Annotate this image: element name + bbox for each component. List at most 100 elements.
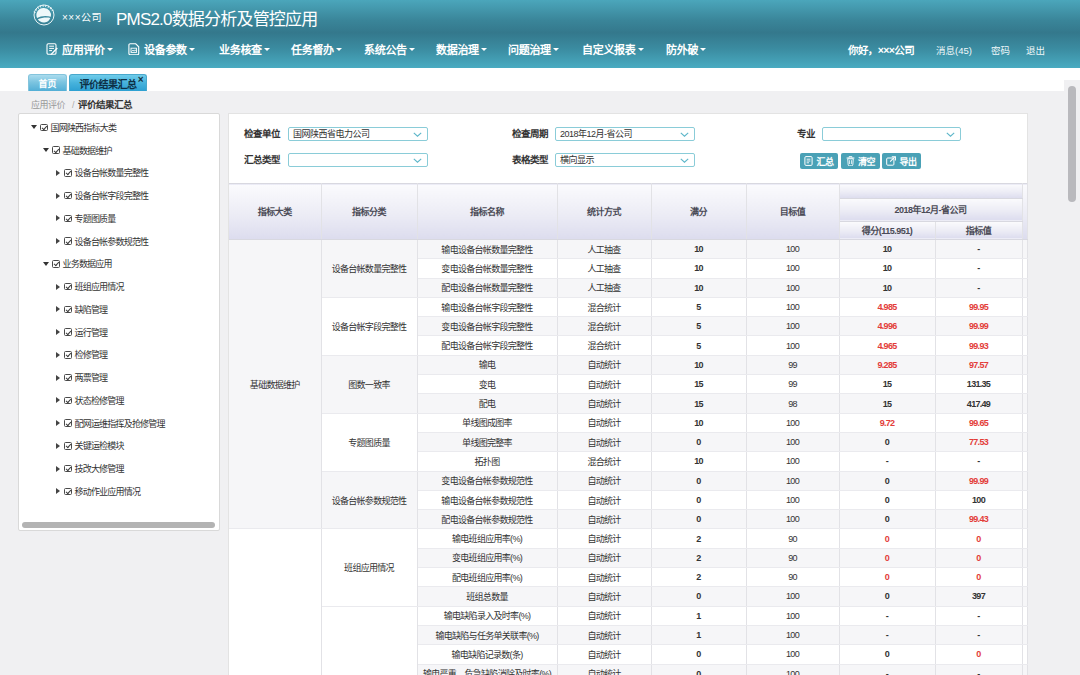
tree-item[interactable]: 设备台帐数量完整性 <box>19 162 219 185</box>
nav-item-9[interactable]: 防外破 <box>666 40 706 58</box>
value-header[interactable]: 指标值 <box>935 221 1022 240</box>
table-row[interactable]: 班组应用情况输电班组应用率(%)自动统计29000 <box>229 529 1027 548</box>
tree-item-label[interactable]: 配网运维指挥及抢修管理 <box>75 417 165 430</box>
checkbox-checked-icon[interactable] <box>64 442 72 450</box>
checkbox-checked-icon[interactable] <box>64 419 72 427</box>
summarize-button[interactable]: 汇总 <box>800 153 838 169</box>
dropdown-specialty[interactable] <box>822 127 961 141</box>
password-link[interactable]: 密码 <box>991 43 1010 57</box>
tree-collapse-icon[interactable] <box>56 238 60 244</box>
tree-item-label[interactable]: 国网陕西指标大类 <box>51 121 117 134</box>
tree-item-label[interactable]: 技改大修管理 <box>75 462 124 475</box>
checkbox-checked-icon[interactable] <box>64 488 72 496</box>
logout-link[interactable]: 退出 <box>1026 43 1045 57</box>
tree-horizontal-scrollbar[interactable] <box>22 522 215 528</box>
checkbox-checked-icon[interactable] <box>64 283 72 291</box>
tree-collapse-icon[interactable] <box>56 466 60 472</box>
dropdown-check-unit[interactable]: 国网陕西省电力公司 <box>288 127 428 141</box>
tree-item-label[interactable]: 移动作业应用情况 <box>75 485 141 498</box>
checkbox-checked-icon[interactable] <box>64 192 72 200</box>
checkbox-checked-icon[interactable] <box>64 237 72 245</box>
tree-item[interactable]: 基础数据维护 <box>19 139 219 162</box>
messages-link[interactable]: 消息(45) <box>936 43 972 57</box>
table-row[interactable]: 基础数据维护设备台帐数量完整性输电设备台帐数量完整性人工抽查1010010- <box>229 240 1027 259</box>
tree-item-label[interactable]: 关键运检模块 <box>75 439 124 452</box>
nav-item-6[interactable]: 数据治理 <box>436 40 487 58</box>
score-header[interactable]: 得分(115.951) <box>839 221 935 240</box>
tree-item-label[interactable]: 检修管理 <box>75 348 108 361</box>
table-row[interactable]: 设备台帐参数规范性变电设备台帐参数规范性自动统计0100099.99 <box>229 471 1027 490</box>
tree-item[interactable]: 技改大修管理 <box>19 457 219 480</box>
table-row[interactable]: 图数一致率输电自动统计10999.28597.57 <box>229 355 1027 374</box>
tree-item[interactable]: 配网运维指挥及抢修管理 <box>19 412 219 435</box>
tree-item-label[interactable]: 两票管理 <box>75 371 108 384</box>
nav-item-4[interactable]: 任务督办 <box>291 40 342 58</box>
period-group-header[interactable]: 2018年12月-省公司 <box>839 198 1022 221</box>
breadcrumb-parent[interactable]: 应用评价 <box>31 100 65 110</box>
nav-item-5[interactable]: 系统公告 <box>364 40 415 58</box>
vertical-scrollbar-thumb[interactable] <box>1068 86 1076 202</box>
tree-item-label[interactable]: 基础数据维护 <box>63 144 112 157</box>
checkbox-checked-icon[interactable] <box>64 306 72 314</box>
col-header[interactable]: 指标大类 <box>229 184 321 240</box>
tree-item-label[interactable]: 业务数据应用 <box>63 257 112 270</box>
clear-button[interactable]: 清空 <box>841 153 880 169</box>
dropdown-summary-type[interactable] <box>288 153 428 167</box>
nav-item-7[interactable]: 问题治理 <box>508 40 559 58</box>
checkbox-checked-icon[interactable] <box>64 215 72 223</box>
table-row[interactable]: 设备台帐字段完整性输电设备台帐字段完整性混合统计51004.98599.95 <box>229 297 1027 316</box>
tree-item-label[interactable]: 设备台帐数量完整性 <box>75 166 149 179</box>
nav-item-8[interactable]: 自定义报表 <box>582 40 644 58</box>
tree-item-label[interactable]: 设备台帐字段完整性 <box>75 189 149 202</box>
checkbox-checked-icon[interactable] <box>40 124 48 132</box>
tree-collapse-icon[interactable] <box>56 170 60 176</box>
checkbox-checked-icon[interactable] <box>52 260 60 268</box>
checkbox-checked-icon[interactable] <box>64 351 72 359</box>
tree-item-label[interactable]: 设备台帐参数规范性 <box>75 235 149 248</box>
tree-item[interactable]: 关键运检模块 <box>19 435 219 458</box>
tab-eval-summary[interactable]: 评价结果汇总 × <box>69 74 147 91</box>
tree-expand-icon[interactable] <box>43 262 49 266</box>
tree-collapse-icon[interactable] <box>56 443 60 449</box>
tab-close-icon[interactable]: × <box>138 74 143 85</box>
checkbox-checked-icon[interactable] <box>64 169 72 177</box>
dropdown-table-type[interactable]: 横向显示 <box>555 153 695 167</box>
col-header[interactable]: 指标分类 <box>321 184 417 240</box>
tree-item[interactable]: 设备台帐字段完整性 <box>19 184 219 207</box>
tree-item-label[interactable]: 缺陷管理 <box>75 303 108 316</box>
checkbox-checked-icon[interactable] <box>64 328 72 336</box>
tree-collapse-icon[interactable] <box>56 329 60 335</box>
tree-item-label[interactable]: 运行管理 <box>75 326 108 339</box>
checkbox-checked-icon[interactable] <box>64 374 72 382</box>
tree-collapse-icon[interactable] <box>56 284 60 290</box>
tree-item-label[interactable]: 专题图质量 <box>75 212 116 225</box>
vertical-scrollbar-track[interactable] <box>1064 80 1080 675</box>
tree-item[interactable]: 缺陷管理 <box>19 298 219 321</box>
tree-item[interactable]: 国网陕西指标大类 <box>19 116 219 139</box>
tree-item[interactable]: 两票管理 <box>19 366 219 389</box>
tree-expand-icon[interactable] <box>43 148 49 152</box>
tree-item[interactable]: 检修管理 <box>19 344 219 367</box>
tree-item-label[interactable]: 状态检修管理 <box>75 394 124 407</box>
tree-item[interactable]: 业务数据应用 <box>19 253 219 276</box>
tree-item[interactable]: 设备台帐参数规范性 <box>19 230 219 253</box>
table-row[interactable]: 专题图质量单线图成图率自动统计101009.7299.65 <box>229 413 1027 432</box>
tree-collapse-icon[interactable] <box>56 193 60 199</box>
col-header[interactable]: 满分 <box>651 184 746 240</box>
tree-collapse-icon[interactable] <box>56 215 60 221</box>
nav-item-3[interactable]: 业务核查 <box>219 40 270 58</box>
tree-collapse-icon[interactable] <box>56 352 60 358</box>
checkbox-checked-icon[interactable] <box>64 465 72 473</box>
tab-home[interactable]: 首页 <box>28 74 67 91</box>
dropdown-check-period[interactable]: 2018年12月-省公司 <box>555 127 695 141</box>
col-header[interactable]: 统计方式 <box>557 184 651 240</box>
tree-collapse-icon[interactable] <box>56 306 60 312</box>
table-row[interactable]: 输电缺陷录入及时率(%)自动统计1100-- <box>229 606 1027 625</box>
tree-item[interactable]: 班组应用情况 <box>19 275 219 298</box>
checkbox-checked-icon[interactable] <box>52 146 60 154</box>
nav-item-2[interactable]: 设备参数 <box>128 40 195 58</box>
col-header[interactable]: 目标值 <box>746 184 839 240</box>
tree-item[interactable]: 专题图质量 <box>19 207 219 230</box>
tree-item[interactable]: 移动作业应用情况 <box>19 480 219 503</box>
tree-item-label[interactable]: 班组应用情况 <box>75 280 124 293</box>
